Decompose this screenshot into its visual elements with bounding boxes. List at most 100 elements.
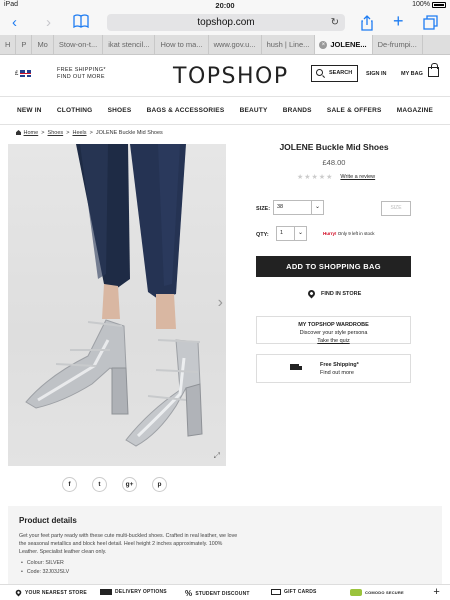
footer-student-link[interactable]: % STUDENT DISCOUNT [185,589,250,598]
tabs-overview-icon[interactable] [423,15,438,34]
nav-item-shoes[interactable]: SHOES [108,97,132,124]
browser-tab[interactable]: H [0,35,17,54]
search-label: SEARCH [329,70,353,76]
browser-tab[interactable]: ikat stencil... [103,35,156,54]
battery-percent: 100% [412,1,430,8]
footer-gift-link[interactable]: GIFT CARDS [271,589,317,595]
free-shipping-promo[interactable]: Free Shipping* Find out more [256,354,411,383]
back-icon[interactable]: ‹ [12,15,17,31]
shipping-promo-title: FREE SHIPPING* [57,67,106,73]
facebook-icon[interactable]: f [62,477,77,492]
browser-tab-label: JOLENE... [330,40,367,49]
reload-icon[interactable]: ↻ [331,14,339,31]
close-tab-icon[interactable]: × [319,41,328,49]
twitter-icon[interactable]: t [92,477,107,492]
browser-tab[interactable]: hush | Line... [262,35,316,54]
browser-tab[interactable]: www.gov.u... [209,35,262,54]
nav-item-sale[interactable]: SALE & OFFERS [327,97,382,124]
product-price: £48.00 [322,158,346,167]
search-button[interactable]: SEARCH [311,65,358,82]
chevron-down-icon: ⌄ [294,227,306,240]
product-colour: Colour: SILVER [21,559,431,568]
wardrobe-title: MY TOPSHOP WARDROBE [298,322,369,328]
product-code: Code: 32J03JSLV [21,568,431,577]
site-header: £ FREE SHIPPING* FIND OUT MORE TOPSHOP S… [0,55,450,97]
footer-student-label: STUDENT DISCOUNT [195,590,250,597]
pinterest-icon[interactable]: p [152,477,167,492]
next-image-icon[interactable]: › [218,294,223,312]
gift-card-icon [271,589,281,595]
percent-icon: % [185,589,193,598]
size-select[interactable]: 38 ⌄ [273,200,324,215]
browser-tab-label: P [21,40,27,49]
find-in-store-button[interactable]: FIND IN STORE [306,288,362,299]
browser-tab[interactable]: Mo [32,35,54,54]
nav-item-magazine[interactable]: MAGAZINE [397,97,433,124]
shopping-bag-icon[interactable] [428,63,439,77]
browser-tab-label: ikat stencil... [108,40,150,49]
product-image[interactable]: › ⤢ [8,144,226,466]
nav-item-brands[interactable]: BRANDS [283,97,312,124]
write-review-link[interactable]: Write a review [340,174,375,180]
url-text: topshop.com [197,17,255,28]
browser-tab[interactable]: P [16,35,33,54]
find-in-store-label: FIND IN STORE [321,290,362,297]
google-plus-icon[interactable]: g+ [122,477,137,492]
breadcrumb-heels[interactable]: Heels [72,130,86,136]
footer-delivery-link[interactable]: DELIVERY OPTIONS [100,589,167,595]
bookmarks-icon[interactable] [73,14,89,32]
currency-symbol: £ [15,70,19,77]
qty-select[interactable]: 1 ⌄ [276,226,307,241]
url-bar[interactable]: topshop.com ↻ [107,14,345,31]
share-icon[interactable] [361,15,373,35]
nav-item-beauty[interactable]: BEAUTY [240,97,268,124]
qty-value: 1 [280,230,284,236]
footer-store-label: YOUR NEAREST STORE [25,589,87,596]
stock-hurry: Hurry! [323,231,337,236]
free-shipping-link[interactable]: Find out more [320,369,359,377]
breadcrumb-shoes[interactable]: Shoes [48,130,64,136]
breadcrumb-home[interactable]: Home [24,130,39,136]
nav-item-clothing[interactable]: CLOTHING [57,97,93,124]
browser-tab[interactable]: Stow-on-t... [54,35,104,54]
forward-icon[interactable]: › [46,15,51,31]
nav-item-bags[interactable]: BAGS & ACCESSORIES [147,97,225,124]
battery-indicator: 100% [412,1,446,8]
new-tab-icon[interactable]: + [393,12,404,30]
topshop-logo[interactable]: TOPSHOP [173,64,289,89]
my-bag-link[interactable]: MY BAG [401,71,423,77]
product-description: Get your feet party ready with these cut… [19,533,238,555]
add-to-bag-button[interactable]: ADD TO SHOPPING BAG [256,256,411,277]
browser-tab-label: H [5,40,11,49]
browser-tab-label: hush | Line... [266,40,310,49]
browser-tab-label: Mo [37,40,48,49]
search-icon [316,69,323,76]
browser-tab-active[interactable]: × JOLENE... [315,35,373,54]
size-guide-button[interactable]: SIZE [381,201,411,216]
wardrobe-promo[interactable]: MY TOPSHOP WARDROBE Discover your style … [256,316,411,344]
chevron-down-icon: ⌄ [311,201,323,214]
breadcrumb-current: JOLENE Buckle Mid Shoes [95,130,163,136]
clock: 20:00 [215,1,235,10]
comodo-label: COMODO SECURE [365,590,404,595]
free-shipping-title: Free Shipping* [320,362,359,368]
currency-selector[interactable]: £ [15,70,32,77]
browser-tab[interactable]: De-frumpi... [373,35,423,54]
sign-in-link[interactable]: SIGN IN [366,71,386,77]
wardrobe-subtitle: Discover your style persona [299,330,368,336]
expand-footer-icon[interactable]: + [433,586,440,598]
zoom-icon[interactable]: ⤢ [214,451,220,461]
browser-tab-strip: H P Mo Stow-on-t... ikat stencil... How to ma… [0,35,450,55]
size-value: 38 [277,204,284,210]
delivery-truck-icon [290,364,302,370]
shipping-promo[interactable]: FREE SHIPPING* FIND OUT MORE [57,67,106,81]
footer-store-link[interactable]: YOUR NEAREST STORE [14,588,87,597]
nav-item-new-in[interactable]: NEW IN [17,97,42,124]
footer-delivery-label: DELIVERY OPTIONS [115,589,167,595]
product-rating: ★★★★★ Write a review [297,173,375,181]
wardrobe-quiz-link[interactable]: Take the quiz [257,337,410,345]
shipping-promo-link: FIND OUT MORE [57,74,105,80]
browser-tab[interactable]: How to ma... [155,35,209,54]
product-photo [25,144,203,447]
browser-tab-label: How to ma... [160,40,203,49]
